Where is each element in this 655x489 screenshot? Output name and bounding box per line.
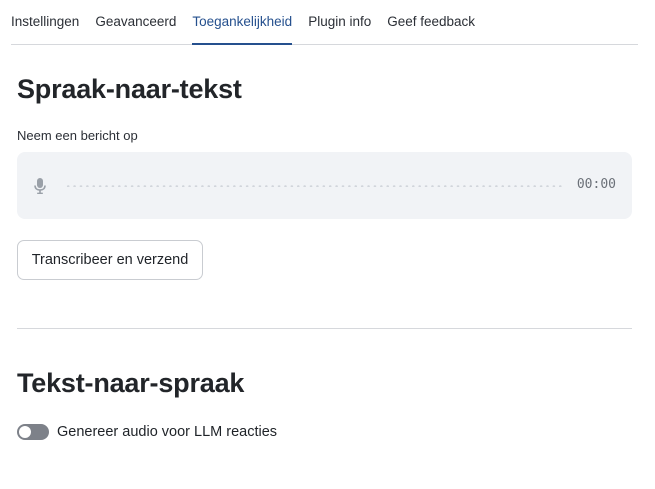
generate-audio-toggle[interactable] bbox=[17, 424, 49, 440]
generate-audio-label: Genereer audio voor LLM reacties bbox=[57, 424, 278, 440]
tab-geef-feedback[interactable]: Geef feedback bbox=[387, 0, 475, 44]
microphone-icon[interactable] bbox=[33, 177, 47, 195]
recording-timer: 00:00 bbox=[576, 177, 616, 192]
generate-audio-toggle-row[interactable]: Genereer audio voor LLM reacties bbox=[17, 421, 277, 443]
waveform-placeholder bbox=[65, 185, 563, 187]
speech-to-text-heading: Spraak-naar-tekst bbox=[17, 74, 242, 104]
audio-recorder: 00:00 bbox=[17, 152, 632, 219]
transcribe-and-send-button[interactable]: Transcribeer en verzend bbox=[17, 240, 203, 280]
tab-instellingen[interactable]: Instellingen bbox=[11, 0, 79, 44]
section-divider bbox=[17, 328, 632, 329]
settings-tabs: Instellingen Geavanceerd Toegankelijkhei… bbox=[11, 0, 638, 45]
toggle-knob bbox=[19, 426, 31, 438]
tab-geavanceerd[interactable]: Geavanceerd bbox=[95, 0, 176, 44]
text-to-speech-heading: Tekst-naar-spraak bbox=[17, 368, 245, 398]
tab-plugin-info[interactable]: Plugin info bbox=[308, 0, 371, 44]
record-message-label: Neem een bericht op bbox=[17, 128, 138, 143]
tab-toegankelijkheid[interactable]: Toegankelijkheid bbox=[192, 0, 292, 45]
